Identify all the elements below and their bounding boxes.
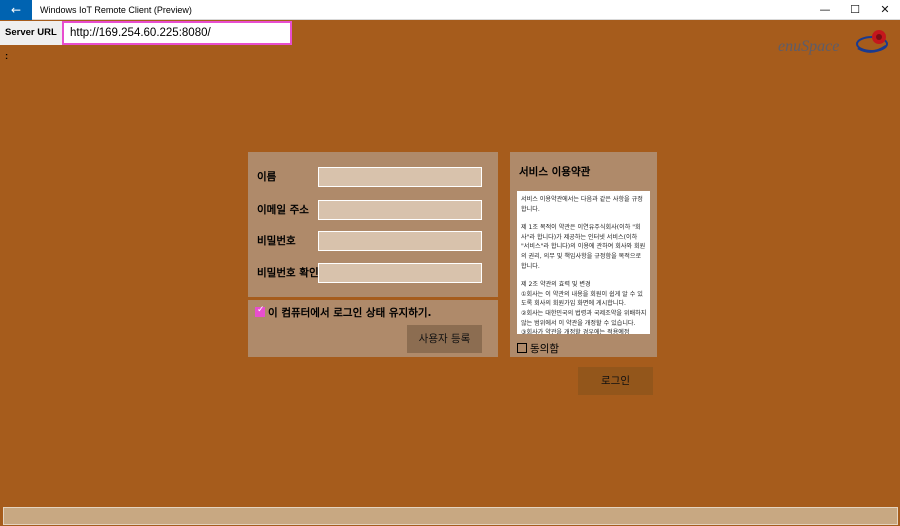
window-title: Windows IoT Remote Client (Preview) bbox=[40, 5, 192, 15]
terms-paragraph: 서비스 이용약관에서는 다음과 같은 사항을 규정합니다. bbox=[521, 196, 643, 213]
terms-paragraph: 제 1조 목적이 약관은 이연유주식회사(이하 "회사"라 합니다)가 제공하는… bbox=[521, 224, 646, 270]
enuspace-logo: enuSpace bbox=[778, 28, 893, 60]
password-confirm-label: 비밀번호 확인 bbox=[257, 267, 319, 279]
close-button[interactable]: ✕ bbox=[870, 0, 900, 20]
server-url-input[interactable] bbox=[62, 21, 292, 45]
email-label: 이메일 주소 bbox=[257, 204, 309, 216]
maximize-button[interactable]: ☐ bbox=[840, 0, 870, 20]
status-bar bbox=[3, 507, 898, 525]
password-input[interactable] bbox=[318, 231, 482, 251]
register-button[interactable]: 사용자 등록 bbox=[407, 325, 482, 353]
back-arrow-icon: ← bbox=[10, 3, 22, 17]
password-confirm-input[interactable] bbox=[318, 263, 482, 283]
agree-checkbox[interactable] bbox=[517, 343, 527, 353]
terms-title: 서비스 이용약관 bbox=[519, 166, 591, 178]
close-icon: ✕ bbox=[880, 3, 890, 16]
remember-checkbox[interactable] bbox=[255, 305, 265, 317]
logo-text: enuSpace bbox=[778, 38, 840, 55]
remember-label: 이 컴퓨터에서 로그인 상태 유지하기. bbox=[268, 307, 432, 319]
name-input[interactable] bbox=[318, 167, 482, 187]
minimize-button[interactable]: — bbox=[810, 0, 840, 20]
terms-text-box[interactable]: 서비스 이용약관에서는 다음과 같은 사항을 규정합니다. 제 1조 목적이 약… bbox=[517, 191, 650, 334]
title-bar: ← Windows IoT Remote Client (Preview) — … bbox=[0, 0, 900, 20]
name-label: 이름 bbox=[257, 171, 277, 183]
terms-paragraph: 제 2조 약관의 효력 및 변경 ①회사는 이 약관의 내용을 회원이 쉽게 알… bbox=[521, 281, 647, 334]
maximize-icon: ☐ bbox=[850, 3, 860, 16]
password-label: 비밀번호 bbox=[257, 235, 296, 247]
login-button[interactable]: 로그인 bbox=[578, 367, 653, 395]
email-input[interactable] bbox=[318, 200, 482, 220]
minimize-icon: — bbox=[819, 3, 831, 16]
agree-label: 동의함 bbox=[530, 343, 559, 355]
back-button[interactable]: ← bbox=[0, 0, 32, 20]
logo-mark-icon bbox=[856, 30, 888, 53]
server-url-label: Server URL : bbox=[0, 21, 62, 62]
